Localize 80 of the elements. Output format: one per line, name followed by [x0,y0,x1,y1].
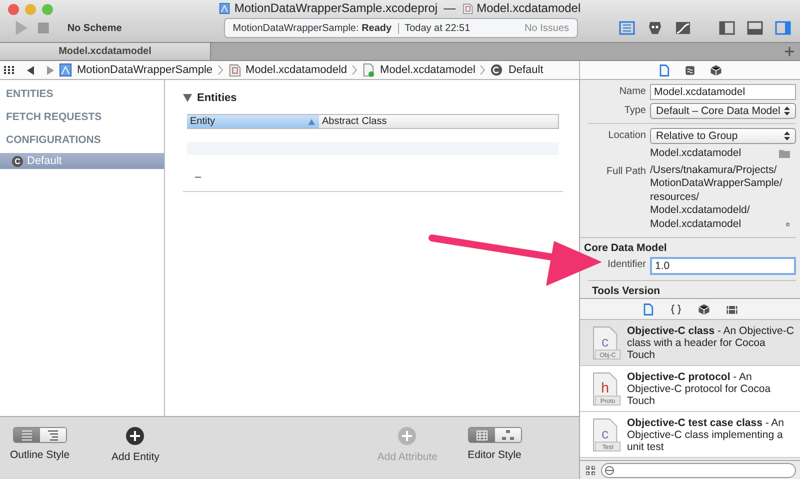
template-description: Objective-C test case class - An Objective-C class implementing a unit test [627,417,786,453]
folder-icon[interactable] [779,149,790,158]
file-library-icon[interactable] [641,302,655,316]
sidebar-section-header: CONFIGURATIONS [5,133,102,148]
column-header[interactable]: Class [358,115,387,128]
add-attribute-label: Add Attribute [377,451,438,463]
add-entity-label: Add Entity [112,451,160,463]
chevron-icon [480,65,486,75]
back-icon[interactable] [27,66,35,74]
column-header[interactable]: Entity [187,115,319,128]
code-library-icon[interactable] [669,302,683,316]
section-title: Entities [197,92,237,104]
template-description: Objective-C class - An Objective-C class with a header for Cocoa Touch [627,325,794,361]
chevron-icon [352,65,358,75]
breadcrumb-item[interactable]: MotionDataWrapperSample [77,64,213,76]
remove-button[interactable]: – [195,171,202,183]
icon-view-icon[interactable] [586,466,595,475]
help-inspector-icon[interactable] [683,64,697,76]
outline-style-label: Outline Style [10,449,70,461]
section-title: Core Data Model [583,241,668,256]
stepper-icon [784,106,790,116]
activity-time: Today at 22:51 [404,22,470,34]
full-path: /Users/tnakamura/Projects/ MotionDataWrapperSample/ resources/ Model.xcdatamodeld/ Model.xcdatamodel [650,164,782,231]
version-editor-icon[interactable] [674,20,692,36]
grid-icon[interactable] [4,66,14,74]
breadcrumb-item[interactable]: Default [508,64,544,76]
breadcrumb-item[interactable]: Model.xcdatamodel [380,64,476,76]
editor-tab[interactable]: Model.xcdatamodel [0,43,211,60]
type-dropdown[interactable]: Default – Core Data Model [650,103,796,119]
chevron-icon [218,65,223,75]
field-label: Identifier [608,259,646,270]
sort-ascending-icon [308,118,315,124]
stepper-icon [784,131,790,141]
sidebar-item[interactable]: C Default [0,153,164,169]
object-library-icon[interactable] [697,302,711,316]
graph-segment[interactable] [494,428,521,442]
disclosure-triangle-icon[interactable] [183,94,192,102]
template-description: Objective-C protocol - An Objective-C protocol for Cocoa Touch [627,371,772,407]
add-entity-button[interactable] [126,427,144,445]
location-dropdown[interactable]: Relative to Group [650,128,796,144]
standard-editor-icon[interactable] [618,20,636,36]
filter-icon [605,466,614,475]
list-segment[interactable] [14,428,40,442]
editor-style-label: Editor Style [468,449,522,461]
object-inspector-icon[interactable] [709,64,723,76]
issues-label: No Issues [524,22,570,34]
tree-segment[interactable] [40,428,66,442]
title-separator: — [444,1,456,15]
identifier-field[interactable]: 1.0 [650,257,796,275]
file-name: Model.xcdatamodel [650,147,742,160]
plus-icon [402,431,412,441]
breadcrumb-item[interactable]: Model.xcdatamodeld [246,64,348,76]
table-segment[interactable] [468,428,495,442]
name-field[interactable]: Model.xcdatamodel [650,84,796,100]
scheme-selector[interactable]: No Scheme [67,22,176,34]
project-file-icon [219,2,230,14]
close-button[interactable] [8,4,19,15]
section-title: Tools Version [591,284,662,298]
field-label: Type [624,105,646,116]
utilities-panel-icon[interactable] [774,20,792,36]
graph-icon [500,428,516,442]
column-header[interactable]: Abstract [319,115,359,128]
field-label: Location [608,130,646,141]
table-icon [474,428,490,442]
forward-icon[interactable] [46,66,54,74]
plus-icon [130,431,140,441]
filter-field[interactable] [601,463,796,478]
field-label: Full Path [606,166,646,176]
debug-panel-icon[interactable] [746,20,764,36]
sidebar-section-header: ENTITIES [5,87,54,102]
add-tab-icon[interactable] [785,47,794,56]
sidebar-section-header: FETCH REQUESTS [5,110,103,125]
document-title: Model.xcdatamodel [476,1,581,15]
navigator-panel-icon[interactable] [718,20,736,36]
activity-status: MotionDataWrapperSample: Ready [232,22,392,34]
stop-button[interactable] [38,22,50,34]
field-label: Name [619,86,646,97]
file-inspector-icon[interactable] [657,64,671,76]
reveal-arrow-icon[interactable] [786,220,790,228]
window-title: MotionDataWrapperSample.xcodeproj [234,1,438,15]
